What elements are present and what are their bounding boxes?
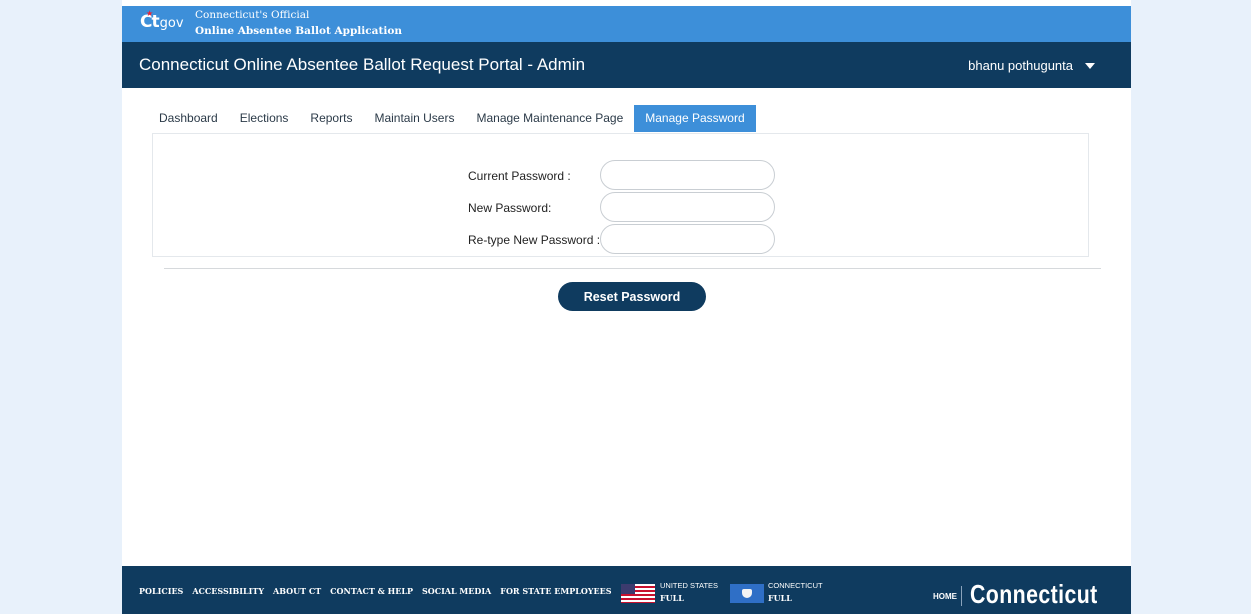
tab-manage-password[interactable]: Manage Password — [634, 105, 756, 132]
footer-link-social-media[interactable]: SOCIAL MEDIA — [422, 586, 491, 596]
footer-link-about-ct[interactable]: ABOUT CT — [273, 586, 321, 596]
tab-reports[interactable]: Reports — [299, 105, 363, 132]
ct-flag-status: CONNECTICUT FULL — [768, 581, 823, 603]
footer-link-policies[interactable]: POLICIES — [139, 586, 183, 596]
app-title: Connecticut Online Absentee Ballot Reque… — [139, 55, 586, 74]
current-password-input[interactable] — [600, 160, 775, 190]
retype-password-input[interactable] — [600, 224, 775, 254]
us-flag-full: FULL — [660, 593, 684, 603]
caret-down-icon[interactable] — [1085, 62, 1095, 69]
official-line-2: Online Absentee Ballot Application — [195, 25, 402, 37]
new-password-input[interactable] — [600, 192, 775, 222]
ct-logo-gov: gov — [159, 16, 184, 31]
reset-password-button[interactable]: Reset Password — [558, 282, 706, 311]
us-flag-label: UNITED STATES — [660, 581, 719, 590]
us-flag-status: UNITED STATES FULL — [660, 581, 718, 603]
user-menu[interactable]: bhanu pothugunta — [968, 58, 1095, 73]
manage-password-panel: Current Password : New Password: Re-type… — [152, 133, 1089, 257]
admin-tabs: Dashboard Elections Reports Maintain Use… — [148, 105, 756, 132]
us-flag-icon — [621, 584, 655, 603]
page-container: Ct ★ gov Connecticut's Official Online Ab… — [122, 0, 1131, 614]
official-site-label: Connecticut's Official Online Absentee B… — [195, 7, 402, 39]
tab-maintain-users[interactable]: Maintain Users — [363, 105, 465, 132]
footer-link-state-employees[interactable]: FOR STATE EMPLOYEES — [500, 586, 611, 596]
ct-flag-full: FULL — [768, 593, 792, 603]
tab-elections[interactable]: Elections — [229, 105, 300, 132]
ct-flag-label: CONNECTICUT — [768, 581, 823, 590]
footer-link-accessibility[interactable]: ACCESSIBILITY — [192, 586, 264, 596]
tab-dashboard[interactable]: Dashboard — [148, 105, 229, 132]
tab-manage-maintenance-page[interactable]: Manage Maintenance Page — [465, 105, 634, 132]
retype-password-label: Re-type New Password : — [468, 233, 601, 247]
footer-separator — [961, 586, 962, 606]
ct-gov-banner: Ct ★ gov Connecticut's Official Online Ab… — [122, 6, 1131, 42]
footer-home-link[interactable]: HOME — [933, 592, 957, 601]
ct-flag-icon — [730, 584, 764, 603]
form-divider — [164, 268, 1101, 269]
user-name: bhanu pothugunta — [968, 58, 1073, 73]
ct-gov-logo[interactable]: Ct ★ gov — [140, 9, 184, 32]
footer-links: POLICIES ACCESSIBILITY ABOUT CT CONTACT … — [139, 586, 621, 596]
ct-logo-mark: Ct ★ — [140, 9, 160, 32]
connecticut-brand-logo[interactable]: Connecticut — [970, 579, 1098, 610]
new-password-label: New Password: — [468, 201, 552, 215]
current-password-label: Current Password : — [468, 169, 571, 183]
site-footer: POLICIES ACCESSIBILITY ABOUT CT CONTACT … — [122, 566, 1131, 614]
official-line-1: Connecticut's Official — [195, 9, 310, 21]
app-header: Connecticut Online Absentee Ballot Reque… — [122, 42, 1131, 88]
footer-link-contact-help[interactable]: CONTACT & HELP — [330, 586, 413, 596]
